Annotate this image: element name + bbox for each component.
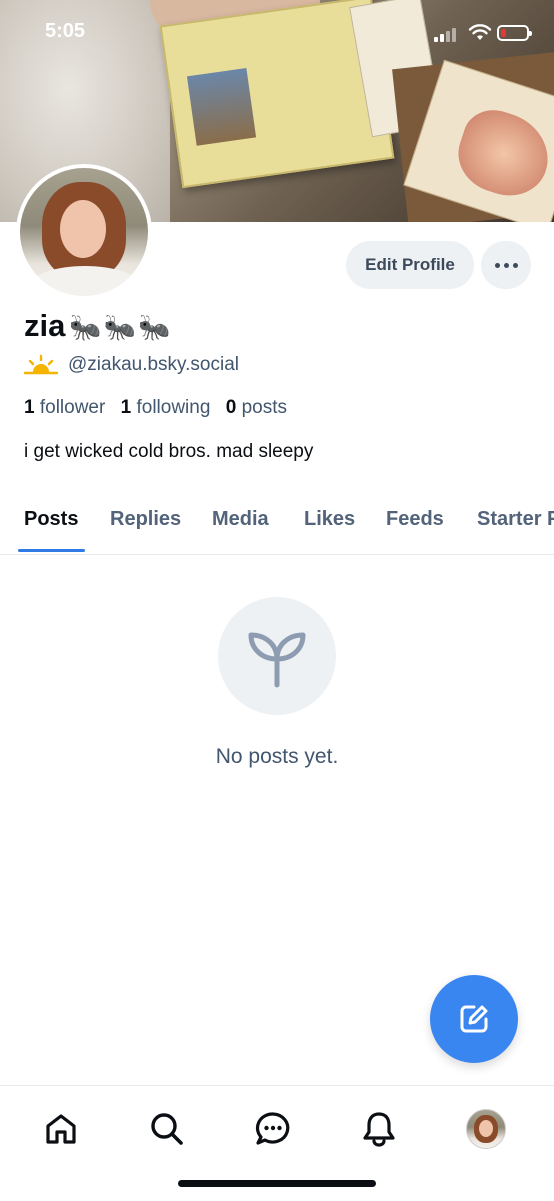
name-emoji: 🐜🐜🐜 xyxy=(69,312,173,342)
home-indicator xyxy=(178,1180,376,1187)
more-horizontal-icon xyxy=(494,262,500,268)
followers-link[interactable]: 1 follower xyxy=(24,397,105,418)
compose-button[interactable] xyxy=(430,975,518,1063)
nav-notifications[interactable] xyxy=(356,1106,402,1152)
wifi-icon xyxy=(468,24,492,40)
display-name: zia 🐜🐜🐜 xyxy=(24,308,173,343)
status-time: 5:05 xyxy=(45,20,86,42)
tab-starter-packs[interactable]: Starter P xyxy=(477,508,554,531)
status-bar: 5:05 xyxy=(0,0,554,70)
cellular-signal-icon xyxy=(434,26,460,42)
battery-level xyxy=(501,29,506,37)
profile-stats: 1 follower 1 following 0 posts xyxy=(24,397,287,419)
posts-count: 0 posts xyxy=(225,397,287,418)
nav-home[interactable] xyxy=(38,1106,84,1152)
tab-likes[interactable]: Likes xyxy=(304,508,355,531)
avatar[interactable] xyxy=(16,164,152,300)
empty-state-icon-circle xyxy=(218,597,336,715)
sun-icon xyxy=(24,354,58,375)
nav-search[interactable] xyxy=(144,1106,190,1152)
handle-row: @ziakau.bsky.social xyxy=(24,354,239,376)
battery-icon xyxy=(497,25,532,41)
nav-profile[interactable] xyxy=(463,1106,509,1152)
tab-media[interactable]: Media xyxy=(212,508,269,531)
tab-posts[interactable]: Posts xyxy=(24,508,78,531)
home-icon xyxy=(46,1114,76,1144)
bio: i get wicked cold bros. mad sleepy xyxy=(24,441,314,462)
chat-icon xyxy=(255,1112,290,1145)
active-tab-indicator xyxy=(18,549,85,552)
search-icon xyxy=(151,1113,183,1145)
profile-tabs: Posts Replies Media Likes Feeds Starter … xyxy=(0,496,554,555)
sprout-icon xyxy=(248,632,306,688)
edit-profile-button[interactable]: Edit Profile xyxy=(346,241,474,289)
nav-chat[interactable] xyxy=(250,1106,296,1152)
handle: @ziakau.bsky.social xyxy=(68,354,239,375)
empty-state-message: No posts yet. xyxy=(215,745,339,768)
tab-feeds[interactable]: Feeds xyxy=(386,508,444,531)
following-link[interactable]: 1 following xyxy=(121,397,211,418)
profile-avatar xyxy=(466,1109,506,1149)
bell-icon xyxy=(363,1112,395,1147)
more-options-button[interactable] xyxy=(481,241,531,289)
tab-replies[interactable]: Replies xyxy=(110,508,181,531)
compose-icon xyxy=(460,1005,488,1033)
